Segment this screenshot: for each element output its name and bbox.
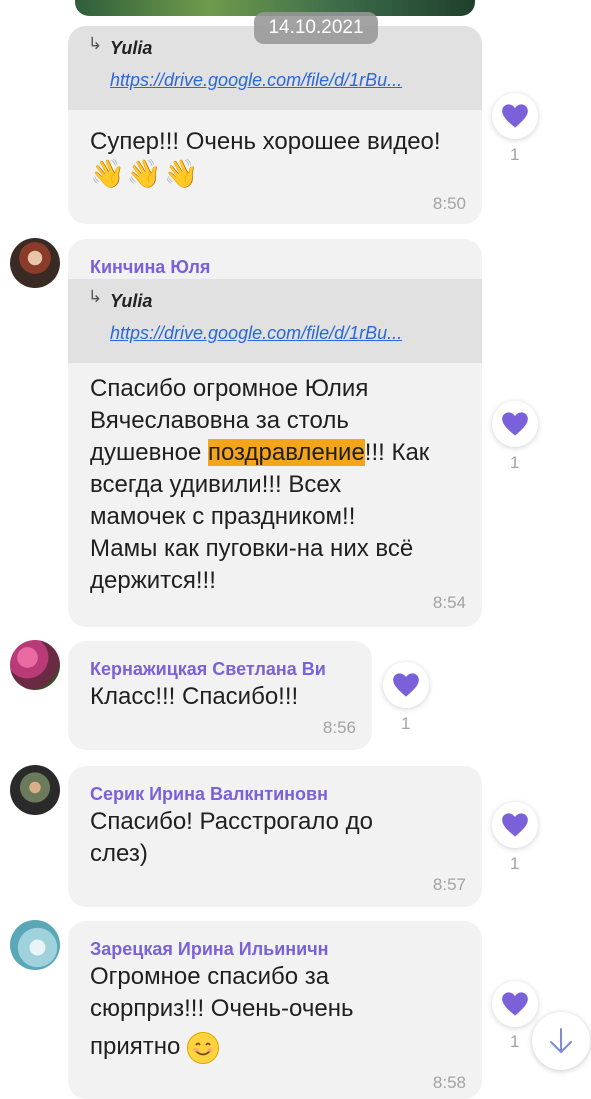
like-count: 1 [510, 854, 520, 873]
heart-icon [502, 412, 528, 436]
like-count: 1 [401, 714, 411, 733]
sender-name[interactable]: Кернажицкая Светлана Ви [90, 659, 326, 680]
heart-icon [502, 104, 528, 128]
message-bubble-1[interactable]: ↳ Yulia https://drive.google.com/file/d/… [68, 26, 482, 224]
scroll-to-bottom-button[interactable] [532, 1012, 590, 1070]
quote-link[interactable]: https://drive.google.com/file/d/1rBu... [110, 70, 402, 91]
message-bubble-2[interactable]: Кинчина Юля ↳ Yulia https://drive.google… [68, 239, 482, 627]
message-text-line: мамочек с праздником!! [90, 503, 356, 530]
message-text-line: приятно [90, 1031, 353, 1064]
message-bubble-3[interactable]: Кернажицкая Светлана Ви Класс!!! Спасибо… [68, 641, 372, 750]
message-bubble-5[interactable]: Зарецкая Ирина Ильиничн Огромное спасибо… [68, 921, 482, 1099]
heart-icon [393, 673, 419, 697]
search-highlight: поздравление [207, 439, 365, 466]
message-text-line: душевное поздравление!!! Как [90, 437, 429, 469]
message-text-line: Огромное спасибо за [90, 963, 330, 990]
message-text-line: Супер!!! Очень хорошее видео! [90, 128, 441, 155]
avatar[interactable] [10, 640, 60, 690]
date-chip: 14.10.2021 [254, 12, 378, 44]
smiling-face-icon [187, 1031, 220, 1064]
clapping-hands-emoji: 👋👋👋 [90, 158, 201, 189]
like-button[interactable] [492, 401, 538, 447]
text-segment: приятно [90, 1033, 181, 1060]
sender-name[interactable]: Зарецкая Ирина Ильиничн [90, 939, 329, 960]
heart-icon [502, 992, 528, 1016]
message-text: Спасибо огромное Юлия Вячеславовна за ст… [90, 373, 429, 597]
like-button[interactable] [383, 662, 429, 708]
message-text-line: сюрприз!!! Очень-очень [90, 995, 354, 1022]
message-time: 8:58 [432, 1073, 466, 1092]
sender-name[interactable]: Кинчина Юля [90, 257, 210, 278]
sender-name[interactable]: Серик Ирина Валкнтиновн [90, 784, 328, 805]
message-text-line: Вячеславовна за столь [90, 407, 349, 434]
like-count: 1 [510, 453, 520, 472]
like-count: 1 [510, 145, 520, 164]
message-text-line: Мамы как пуговки-на них всё [90, 535, 414, 562]
message-time: 8:56 [322, 718, 356, 737]
like-count: 1 [510, 1032, 520, 1051]
message-text-line: всегда удивили!!! Всех [90, 471, 342, 498]
quote-author: Yulia [110, 38, 153, 58]
message-text: Спасибо! Расстрогало до слез) [90, 806, 373, 870]
like-button[interactable] [492, 802, 538, 848]
message-time: 8:57 [432, 875, 466, 894]
reply-quote[interactable]: ↳ Yulia https://drive.google.com/file/d/… [68, 279, 482, 363]
message-time: 8:50 [432, 194, 466, 213]
message-text-line: Спасибо огромное Юлия [90, 375, 369, 402]
quote-link[interactable]: https://drive.google.com/file/d/1rBu... [110, 323, 402, 344]
reply-arrow-icon: ↳ [88, 34, 103, 53]
heart-icon [502, 813, 528, 837]
like-button[interactable] [492, 981, 538, 1027]
message-bubble-4[interactable]: Серик Ирина Валкнтиновн Спасибо! Расстро… [68, 766, 482, 907]
message-text-line: Спасибо! Расстрогало до [90, 808, 373, 835]
like-button[interactable] [492, 93, 538, 139]
message-text: Огромное спасибо за сюрприз!!! Очень-оче… [90, 961, 353, 1064]
message-time: 8:54 [432, 593, 466, 612]
message-text-line: держится!!! [90, 567, 216, 594]
text-segment: !!! Как [364, 439, 430, 466]
text-segment: душевное [90, 439, 208, 466]
avatar[interactable] [10, 238, 60, 288]
message-text: Класс!!! Спасибо!!! [90, 683, 299, 710]
avatar[interactable] [10, 765, 60, 815]
avatar[interactable] [10, 920, 60, 970]
message-text-line: слез) [90, 840, 148, 867]
message-text: Супер!!! Очень хорошее видео! 👋👋👋 [90, 126, 441, 190]
quote-author: Yulia [110, 291, 153, 311]
reply-arrow-icon: ↳ [88, 287, 103, 306]
arrow-down-icon [550, 1028, 572, 1053]
